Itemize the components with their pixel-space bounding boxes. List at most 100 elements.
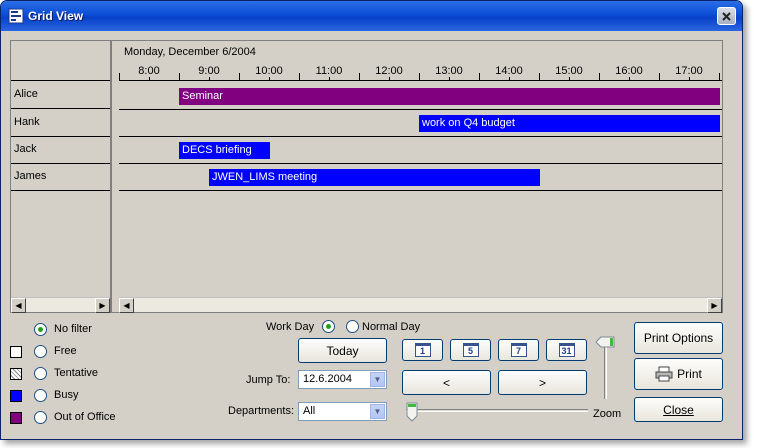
person-name: Hank [14, 116, 40, 128]
hour-tick [119, 73, 120, 81]
time-label: 8:00 [138, 65, 160, 77]
scroll-left-button[interactable]: ◀ [11, 298, 26, 313]
row-divider [119, 163, 722, 164]
arrow-right-icon: ▶ [99, 301, 106, 310]
close-window-button[interactable] [717, 7, 736, 25]
week-button[interactable]: 7 [498, 339, 539, 361]
scroll-right-button[interactable]: ▶ [707, 298, 722, 313]
busy-swatch [10, 390, 22, 402]
departments-select[interactable]: All ▼ [298, 402, 387, 421]
title-bar[interactable]: Grid View [1, 1, 742, 31]
filter-label: Out of Office [54, 411, 116, 423]
normal-day-radio[interactable] [346, 320, 359, 333]
month-button[interactable]: 31 [546, 339, 587, 361]
scroll-right-button[interactable]: ▶ [95, 298, 110, 313]
event-bar[interactable]: JWEN_LIMS meeting [209, 169, 540, 186]
time-label: 11:00 [315, 65, 343, 77]
next-button[interactable]: > [498, 370, 587, 395]
time-label: 10:00 [255, 65, 283, 77]
person-name: Alice [14, 88, 38, 100]
departments-label: Departments: [228, 405, 295, 417]
zoom-label: Zoom [593, 408, 622, 420]
half-hour-tick [629, 77, 630, 81]
event-bar[interactable]: Seminar [179, 88, 720, 105]
half-hour-tick [509, 77, 510, 81]
filter-radio-free[interactable] [34, 345, 47, 358]
grid-view-window: Grid View Alice Hank Jack James ◀ ▶ Mond… [0, 0, 743, 440]
previous-button[interactable]: < [402, 370, 491, 395]
half-hour-tick [449, 77, 450, 81]
people-scrollbar[interactable]: ◀ ▶ [11, 297, 110, 313]
half-hour-tick [389, 77, 390, 81]
arrow-right-icon: ▶ [711, 301, 718, 310]
filter-label: Free [54, 345, 77, 357]
hour-tick [599, 73, 600, 81]
normal-day-label: Normal Day [362, 321, 421, 333]
calendar-week-icon: 7 [510, 343, 527, 357]
grid-date: Monday, December 6/2004 [124, 46, 256, 58]
grid-scrollbar[interactable]: ◀ ▶ [119, 297, 722, 313]
filter-radio-no-filter[interactable] [34, 323, 47, 336]
person-row[interactable]: Alice [11, 82, 110, 109]
print-button[interactable]: Print [634, 358, 723, 390]
half-hour-tick [269, 77, 270, 81]
jump-to-label: Jump To: [246, 374, 291, 386]
print-options-button[interactable]: Print Options [634, 322, 723, 354]
calendar-month-icon: 31 [558, 343, 575, 357]
event-label: JWEN_LIMS meeting [212, 171, 318, 183]
hour-tick [359, 73, 360, 81]
filter-radio-busy[interactable] [34, 389, 47, 402]
time-label: 9:00 [198, 65, 220, 77]
row-divider [119, 190, 722, 191]
tentative-swatch [10, 368, 22, 380]
free-swatch [10, 346, 22, 358]
work-week-button[interactable]: 5 [450, 339, 491, 361]
today-button[interactable]: Today [298, 338, 387, 363]
person-name: Jack [14, 143, 37, 155]
one-day-button[interactable]: 1 [402, 339, 443, 361]
printer-icon [655, 366, 673, 382]
jump-to-date-picker[interactable]: 12.6.2004 ▼ [298, 370, 387, 389]
person-row[interactable]: Jack [11, 137, 110, 164]
filter-radio-tentative[interactable] [34, 367, 47, 380]
scroll-left-button[interactable]: ◀ [119, 298, 134, 313]
time-label: 16:00 [615, 65, 643, 77]
event-bar[interactable]: work on Q4 budget [419, 115, 720, 132]
horizontal-slider-thumb[interactable] [406, 402, 418, 422]
calendar-day-icon: 1 [414, 343, 431, 357]
close-icon [722, 11, 731, 21]
time-label: 17:00 [675, 65, 703, 77]
chevron-down-icon[interactable]: ▼ [370, 404, 385, 419]
event-label: Seminar [182, 90, 223, 102]
hour-tick [659, 73, 660, 81]
people-panel: Alice Hank Jack James ◀ ▶ [11, 41, 112, 313]
person-row[interactable]: Hank [11, 110, 110, 137]
window-title: Grid View [28, 9, 84, 23]
zoom-slider-track[interactable] [604, 341, 607, 399]
half-hour-tick [149, 77, 150, 81]
chevron-down-icon[interactable]: ▼ [370, 372, 385, 387]
filter-label: Busy [54, 389, 79, 401]
event-label: DECS briefing [182, 144, 252, 156]
hour-tick [719, 73, 720, 81]
zoom-slider-thumb[interactable] [595, 336, 615, 348]
grid-view-icon [8, 8, 24, 24]
time-label: 14:00 [495, 65, 523, 77]
time-label: 13:00 [435, 65, 463, 77]
person-name: James [14, 170, 47, 182]
person-row[interactable]: James [11, 164, 110, 191]
half-hour-tick [329, 77, 330, 81]
half-hour-tick [569, 77, 570, 81]
schedule-grid: Alice Hank Jack James ◀ ▶ Monday, Decemb… [10, 40, 723, 313]
horizontal-slider-track[interactable] [406, 409, 588, 412]
departments-value: All [303, 405, 316, 417]
event-bar[interactable]: DECS briefing [179, 142, 270, 159]
arrow-left-icon: ◀ [15, 301, 22, 310]
filter-radio-out-of-office[interactable] [34, 411, 47, 424]
row-divider [119, 136, 722, 137]
arrow-left-icon: ◀ [123, 301, 130, 310]
work-day-radio[interactable] [322, 320, 335, 333]
close-button[interactable]: Close [634, 397, 723, 422]
half-hour-tick [209, 77, 210, 81]
hour-tick [179, 73, 180, 81]
